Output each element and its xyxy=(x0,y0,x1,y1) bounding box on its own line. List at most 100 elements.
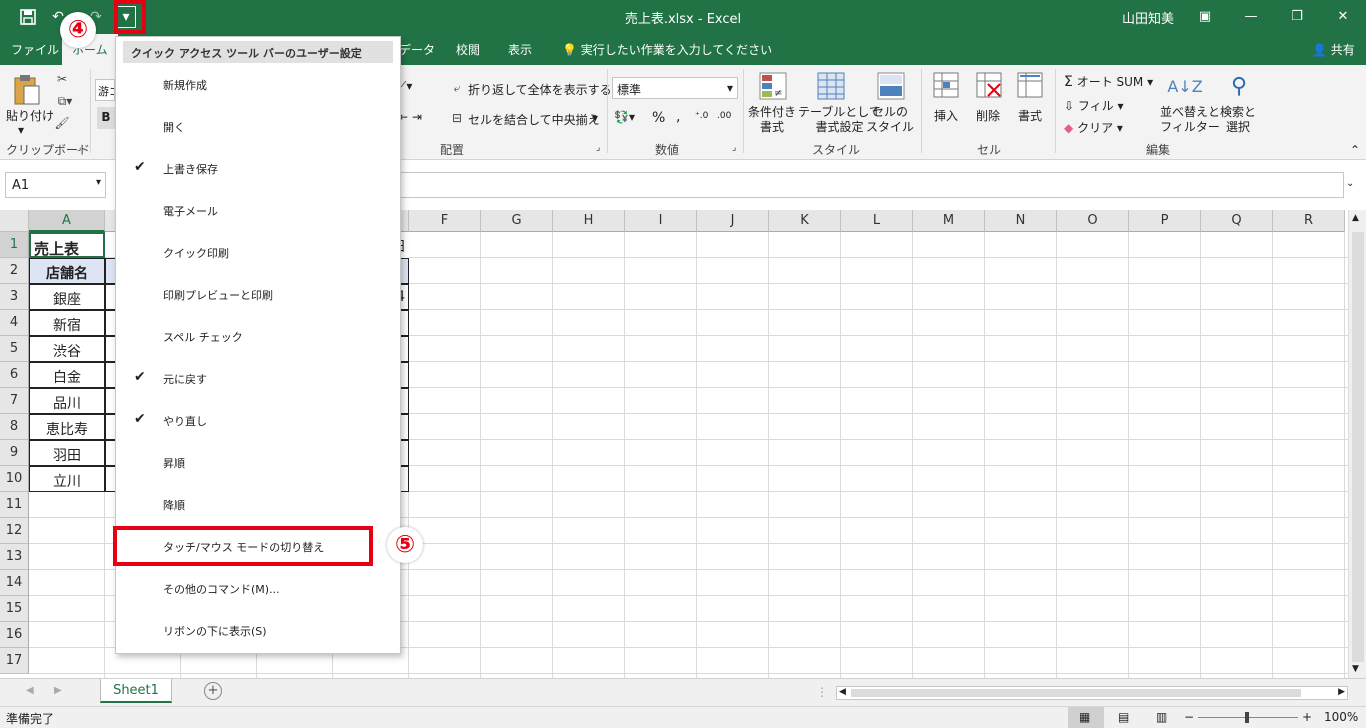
cell-store-name[interactable]: 品川 xyxy=(29,388,105,414)
font-name-box[interactable]: 游ゴ xyxy=(95,79,115,101)
cell-styles-button[interactable]: セルの スタイル xyxy=(866,105,914,135)
share-button[interactable]: 👤 共有 xyxy=(1312,41,1355,58)
delete-cells-button[interactable]: 削除 xyxy=(976,107,1000,124)
row-header[interactable]: 16 xyxy=(0,622,29,648)
column-header[interactable]: G xyxy=(481,210,553,232)
user-name[interactable]: 山田知美 xyxy=(1122,8,1174,27)
split-handle-icon[interactable]: ⋮ xyxy=(816,685,828,699)
row-header[interactable]: 11 xyxy=(0,492,29,518)
row-header[interactable]: 3 xyxy=(0,284,29,310)
horizontal-scroll-thumb[interactable] xyxy=(851,689,1301,697)
name-box[interactable]: A1 ▾ xyxy=(5,172,106,198)
new-sheet-icon[interactable]: + xyxy=(204,682,222,700)
column-header[interactable]: R xyxy=(1273,210,1345,232)
row-header[interactable]: 5 xyxy=(0,336,29,362)
merge-dropdown-icon[interactable]: ▾ xyxy=(592,111,598,125)
row-header[interactable]: 17 xyxy=(0,648,29,674)
row-header[interactable]: 9 xyxy=(0,440,29,466)
column-header[interactable]: P xyxy=(1129,210,1201,232)
column-header[interactable]: I xyxy=(625,210,697,232)
column-header[interactable]: H xyxy=(553,210,625,232)
horizontal-scrollbar[interactable]: ◀ ▶ xyxy=(836,686,1348,700)
save-icon[interactable] xyxy=(16,5,40,29)
zoom-level[interactable]: 100% xyxy=(1324,710,1358,724)
copy-icon[interactable]: ⧉▾ xyxy=(54,93,76,109)
zoom-slider-thumb[interactable] xyxy=(1245,712,1249,723)
zoom-out-icon[interactable]: − xyxy=(1184,710,1194,724)
menu-item[interactable]: その他のコマンド(M)... xyxy=(116,567,400,609)
menu-item[interactable]: 降順 xyxy=(116,483,400,525)
vertical-scroll-thumb[interactable] xyxy=(1352,232,1364,662)
merge-center-button[interactable]: セルを結合して中央揃え xyxy=(468,111,600,128)
row-header[interactable]: 8 xyxy=(0,414,29,440)
format-cells-button[interactable]: 書式 xyxy=(1018,107,1042,124)
expand-formula-bar-icon[interactable]: ⌄ xyxy=(1346,178,1354,189)
wrap-text-button[interactable]: 折り返して全体を表示する xyxy=(468,81,612,98)
tab-review[interactable]: 校閲 xyxy=(456,41,480,58)
collapse-ribbon-icon[interactable]: ⌃ xyxy=(1350,143,1360,157)
percent-icon[interactable]: % xyxy=(652,110,665,126)
cut-icon[interactable]: ✂ xyxy=(54,71,70,87)
column-header[interactable]: J xyxy=(697,210,769,232)
cell-store-name[interactable]: 渋谷 xyxy=(29,336,105,362)
alignment-launcher-icon[interactable]: ⌟ xyxy=(596,143,600,153)
indent-icon[interactable]: ⇤ ⇥ xyxy=(398,110,422,124)
row-header[interactable]: 10 xyxy=(0,466,29,492)
minimize-button[interactable]: — xyxy=(1228,0,1274,32)
sheet-tab-sheet1[interactable]: Sheet1 xyxy=(100,679,172,703)
column-header[interactable]: M xyxy=(913,210,985,232)
tell-me-search[interactable]: 💡 実行したい作業を入力してください xyxy=(562,41,772,58)
next-sheet-icon[interactable]: ▶ xyxy=(54,685,62,696)
menu-item[interactable]: ✔ 元に戻す xyxy=(116,357,400,399)
row-header[interactable]: 1 xyxy=(0,232,29,258)
cell-store-name[interactable]: 恵比寿 xyxy=(29,414,105,440)
cell-store-name[interactable]: 白金 xyxy=(29,362,105,388)
restore-button[interactable]: ❐ xyxy=(1274,0,1320,32)
conditional-formatting-button[interactable]: 条件付き 書式 xyxy=(748,105,796,135)
paste-dropdown-icon[interactable]: ▾ xyxy=(18,123,24,137)
number-launcher-icon[interactable]: ⌟ xyxy=(732,143,736,153)
close-button[interactable]: ✕ xyxy=(1320,0,1366,32)
menu-item[interactable]: クイック印刷 xyxy=(116,231,400,273)
cell-header-store[interactable]: 店舗名 xyxy=(29,258,105,284)
page-layout-view-icon[interactable]: ▤ xyxy=(1118,710,1129,724)
zoom-in-icon[interactable]: + xyxy=(1302,710,1312,724)
prev-sheet-icon[interactable]: ◀ xyxy=(26,685,34,696)
menu-item[interactable]: スペル チェック xyxy=(116,315,400,357)
row-header[interactable]: 4 xyxy=(0,310,29,336)
column-header[interactable]: K xyxy=(769,210,841,232)
scroll-down-icon[interactable]: ▼ xyxy=(1352,664,1359,674)
tab-data[interactable]: データ xyxy=(399,41,435,58)
row-header[interactable]: 14 xyxy=(0,570,29,596)
fill-button[interactable]: ⇩ フィル ▾ xyxy=(1064,97,1124,114)
select-all-corner[interactable] xyxy=(0,210,29,232)
find-select-button[interactable]: 検索と 選択 xyxy=(1220,105,1256,135)
row-header[interactable]: 15 xyxy=(0,596,29,622)
increase-decimal-icon[interactable]: ⁺.0 xyxy=(695,111,708,121)
cell-store-name[interactable]: 銀座 xyxy=(29,284,105,310)
cell-store-name[interactable]: 立川 xyxy=(29,466,105,492)
scroll-right-icon[interactable]: ▶ xyxy=(1338,687,1345,697)
row-header[interactable]: 6 xyxy=(0,362,29,388)
paste-icon[interactable] xyxy=(12,73,42,107)
menu-item[interactable]: 電子メール xyxy=(116,189,400,231)
column-header[interactable]: N xyxy=(985,210,1057,232)
cell-store-name[interactable]: 羽田 xyxy=(29,440,105,466)
menu-item[interactable]: 新規作成 xyxy=(116,63,400,105)
menu-item[interactable]: 昇順 xyxy=(116,441,400,483)
row-header[interactable]: 12 xyxy=(0,518,29,544)
tab-file[interactable]: ファイル xyxy=(11,41,59,58)
page-break-view-icon[interactable]: ▥ xyxy=(1156,710,1167,724)
menu-item[interactable]: リボンの下に表示(S) xyxy=(116,609,400,651)
menu-item[interactable]: ✔ 上書き保存 xyxy=(116,147,400,189)
insert-cells-button[interactable]: 挿入 xyxy=(934,107,958,124)
column-header[interactable]: A xyxy=(29,210,105,232)
menu-item[interactable]: 印刷プレビューと印刷 xyxy=(116,273,400,315)
tab-view[interactable]: 表示 xyxy=(508,41,532,58)
column-header[interactable]: Q xyxy=(1201,210,1273,232)
comma-style-icon[interactable]: , xyxy=(676,109,680,125)
accounting-format-icon[interactable]: 💱▾ xyxy=(614,110,635,124)
clipboard-launcher-icon[interactable]: ⌟ xyxy=(77,143,81,153)
column-header[interactable]: O xyxy=(1057,210,1129,232)
clear-button[interactable]: ◆ クリア ▾ xyxy=(1064,119,1123,136)
